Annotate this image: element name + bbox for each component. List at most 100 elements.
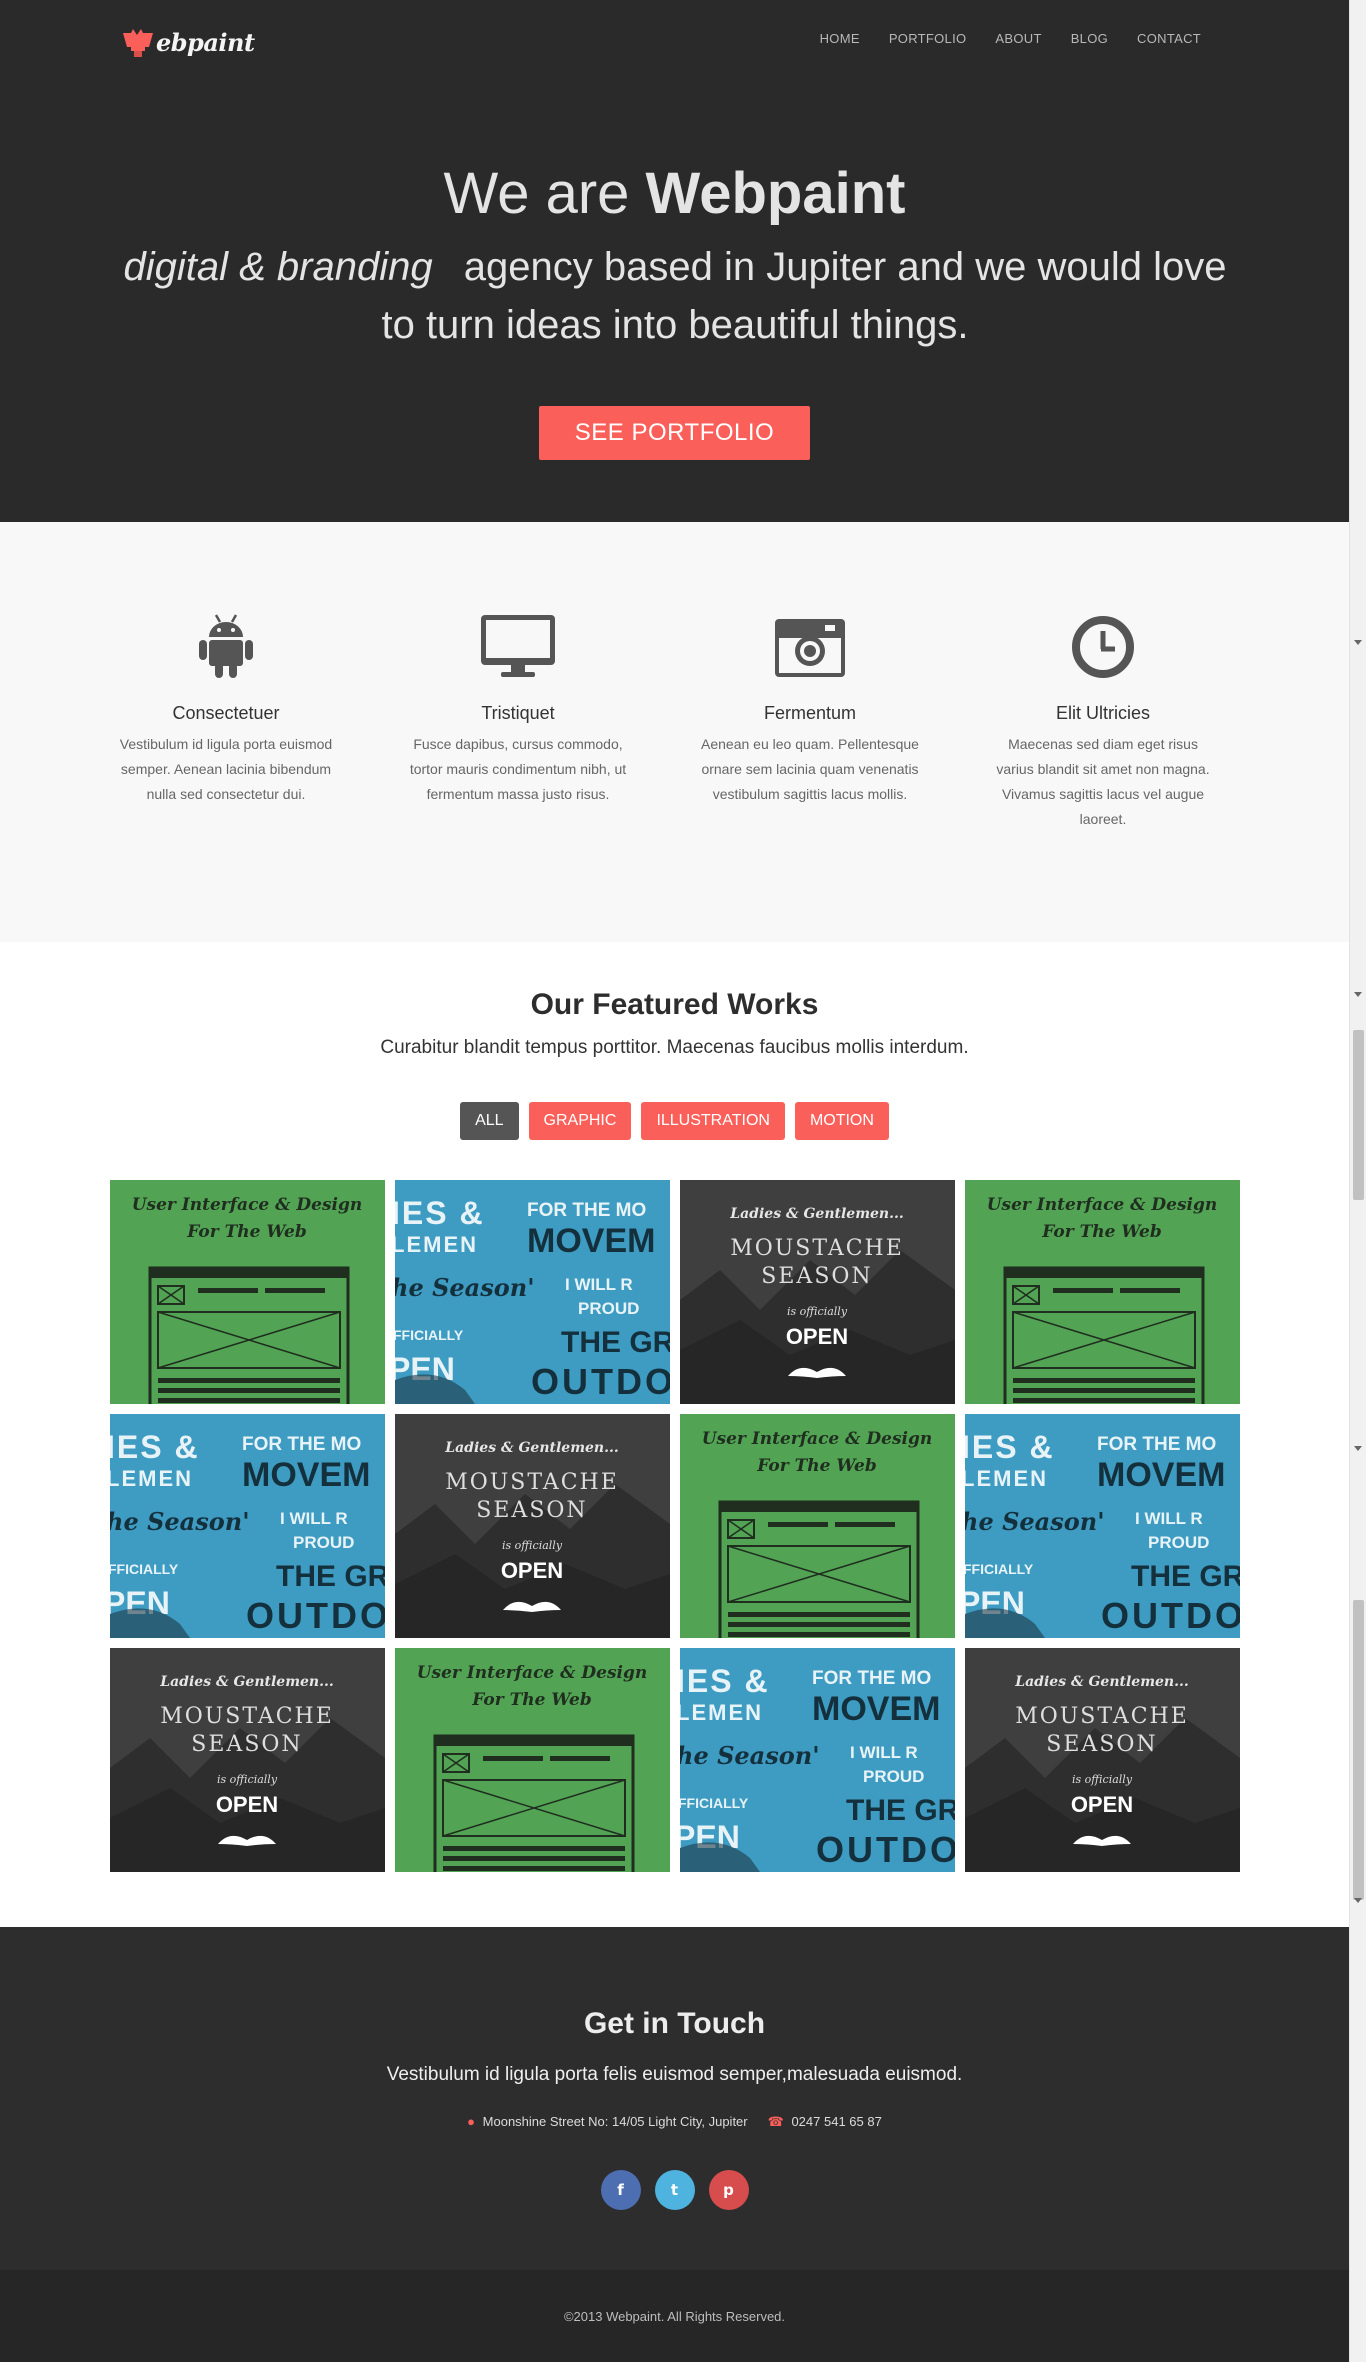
portfolio-item-moustache-poster[interactable]: Ladies & Gentlemen... MOUSTACHE SEASON is o…	[395, 1414, 670, 1638]
svg-text:MOVEM: MOVEM	[242, 1456, 370, 1494]
svg-text:IES &: IES &	[395, 1195, 485, 1231]
hero-subtitle: digital & branding agency based in Jupit…	[110, 238, 1240, 354]
svg-text:OUTDO: OUTDO	[816, 1829, 955, 1870]
svg-text:LEMEN: LEMEN	[680, 1700, 763, 1725]
svg-text:LEMEN: LEMEN	[395, 1232, 478, 1257]
section-title: Our Featured Works	[530, 988, 819, 1021]
scroll-arrow-icon[interactable]	[1354, 1446, 1362, 1451]
portfolio-grid: User Interface & Design For The Web IES & F…	[110, 1180, 1240, 1872]
portfolio-item-ui-design[interactable]: User Interface & Design For The Web	[965, 1180, 1240, 1404]
svg-text:MOUSTACHE: MOUSTACHE	[445, 1470, 619, 1495]
svg-text:he Season': he Season'	[680, 1741, 820, 1770]
social-links: f t p	[0, 2170, 1349, 2210]
logo[interactable]: ebpaint	[121, 24, 255, 60]
portfolio-item-ui-design[interactable]: User Interface & Design For The Web	[395, 1648, 670, 1872]
svg-text:THE GR: THE GR	[846, 1794, 955, 1827]
svg-text:SEASON: SEASON	[476, 1498, 587, 1523]
feature-title: Consectetuer	[172, 703, 280, 723]
svg-text:PROUD: PROUD	[293, 1533, 354, 1552]
site-header: ebpaint HOME PORTFOLIO ABOUT BLOG CONTAC…	[0, 0, 1349, 80]
portfolio-item-moustache-poster[interactable]: Ladies & Gentlemen... MOUSTACHE SEASON is o…	[110, 1648, 385, 1872]
features-section: Consectetuer Vestibulum id ligula porta …	[0, 522, 1349, 942]
svg-text:is officially: is officially	[1072, 1773, 1133, 1786]
filter-motion-button[interactable]: MOTION	[794, 1102, 889, 1140]
scroll-arrow-icon[interactable]	[1354, 1898, 1362, 1903]
svg-text:MOVEM: MOVEM	[812, 1690, 940, 1728]
svg-text:MOUSTACHE: MOUSTACHE	[730, 1236, 904, 1261]
filter-all-button[interactable]: ALL	[460, 1102, 519, 1140]
svg-text:User Interface & Design: User Interface & Design	[702, 1429, 933, 1449]
nav-home[interactable]: HOME	[820, 31, 860, 46]
logo-text: ebpaint	[156, 27, 255, 57]
map-pin-icon: ●	[467, 2114, 476, 2129]
portfolio-item-outdoor-poster[interactable]: IES & FOR THE MO LEMEN MOVEM he Season' I WIL…	[965, 1414, 1240, 1638]
portfolio-item-ui-design[interactable]: User Interface & Design For The Web	[110, 1180, 385, 1404]
portfolio-item-outdoor-poster[interactable]: IES & FOR THE MO LEMEN MOVEM he Season' I WIL…	[110, 1414, 385, 1638]
svg-text:FFICIALLY: FFICIALLY	[680, 1795, 749, 1811]
svg-text:I WILL R: I WILL R	[280, 1509, 348, 1528]
hero-title-brand: Webpaint	[645, 161, 906, 226]
camera-icon	[695, 607, 925, 679]
svg-text:OUTDO: OUTDO	[531, 1361, 670, 1402]
svg-text:FFICIALLY: FFICIALLY	[395, 1327, 464, 1343]
feature-text: Vestibulum id ligula porta euismod sempe…	[119, 736, 333, 802]
section-lead: Curabitur blandit tempus porttitor. Maec…	[380, 1037, 969, 1058]
svg-text:FOR THE MO: FOR THE MO	[242, 1434, 361, 1455]
feature-item: Consectetuer Vestibulum id ligula porta …	[111, 607, 341, 807]
portfolio-item-moustache-poster[interactable]: Ladies & Gentlemen... MOUSTACHE SEASON is o…	[680, 1180, 955, 1404]
page: ebpaint HOME PORTFOLIO ABOUT BLOG CONTAC…	[0, 0, 1349, 2362]
svg-text:MOVEM: MOVEM	[527, 1222, 655, 1260]
feature-item: Elit Ultricies Maecenas sed diam eget ri…	[988, 607, 1218, 832]
feature-item: Fermentum Aenean eu leo quam. Pellentesq…	[695, 607, 925, 807]
portfolio-item-outdoor-poster[interactable]: IES & FOR THE MO LEMEN MOVEM he Season' I WIL…	[680, 1648, 955, 1872]
filter-illustration-button[interactable]: ILLUSTRATION	[641, 1102, 785, 1140]
nav-about[interactable]: ABOUT	[995, 31, 1041, 46]
svg-text:OPEN: OPEN	[501, 1558, 563, 1583]
scroll-arrow-icon[interactable]	[1354, 640, 1362, 645]
svg-text:User Interface & Design: User Interface & Design	[132, 1195, 363, 1215]
svg-text:OUTDO: OUTDO	[1101, 1595, 1240, 1636]
hero-subtitle-rest: agency based in Jupiter and we would lov…	[381, 245, 1227, 347]
svg-text:For The Web: For The Web	[756, 1456, 877, 1476]
monitor-icon	[403, 607, 633, 679]
portfolio-item-moustache-poster[interactable]: Ladies & Gentlemen... MOUSTACHE SEASON is o…	[965, 1648, 1240, 1872]
svg-text:MOUSTACHE: MOUSTACHE	[160, 1704, 334, 1729]
svg-text:he Season': he Season'	[965, 1507, 1105, 1536]
feature-item: Tristiquet Fusce dapibus, cursus commodo…	[403, 607, 633, 807]
nav-contact[interactable]: CONTACT	[1137, 31, 1201, 46]
page-scrollbar[interactable]	[1349, 0, 1366, 2362]
facebook-icon[interactable]: f	[600, 2170, 641, 2210]
svg-text:FOR THE MO: FOR THE MO	[1097, 1434, 1216, 1455]
svg-text:THE GR: THE GR	[1131, 1560, 1240, 1593]
svg-text:IES &: IES &	[680, 1663, 770, 1699]
contact-info: ● Moonshine Street No: 14/05 Light City,…	[0, 2114, 1349, 2130]
pinterest-icon[interactable]: p	[708, 2170, 749, 2210]
hero-title-prefix: We are	[443, 161, 630, 226]
svg-text:SEASON: SEASON	[1046, 1732, 1157, 1757]
featured-works-section: Our Featured Works Curabitur blandit tem…	[0, 942, 1349, 1927]
svg-text:SEASON: SEASON	[761, 1264, 872, 1289]
svg-text:he Season': he Season'	[110, 1507, 250, 1536]
twitter-icon[interactable]: t	[654, 2170, 695, 2210]
svg-text:FFICIALLY: FFICIALLY	[110, 1561, 179, 1577]
phone-icon: ☎	[767, 2114, 784, 2129]
svg-text:THE GR: THE GR	[561, 1326, 670, 1359]
svg-text:THE GR: THE GR	[276, 1560, 385, 1593]
svg-text:For The Web: For The Web	[186, 1222, 307, 1242]
nav-portfolio[interactable]: PORTFOLIO	[889, 31, 967, 46]
svg-text:OPEN: OPEN	[1071, 1792, 1133, 1817]
portfolio-item-outdoor-poster[interactable]: IES & FOR THE MO LEMEN MOVEM he Season' I WIL…	[395, 1180, 670, 1404]
svg-text:OPEN: OPEN	[216, 1792, 278, 1817]
see-portfolio-button[interactable]: SEE PORTFOLIO	[539, 406, 810, 460]
scroll-thumb[interactable]	[1353, 1600, 1364, 1900]
svg-text:I WILL R: I WILL R	[850, 1743, 918, 1762]
svg-text:User Interface & Design: User Interface & Design	[417, 1663, 648, 1683]
portfolio-item-ui-design[interactable]: User Interface & Design For The Web	[680, 1414, 955, 1638]
filter-graphic-button[interactable]: GRAPHIC	[528, 1102, 632, 1140]
scroll-thumb[interactable]	[1353, 1030, 1364, 1200]
svg-text:I WILL R: I WILL R	[565, 1275, 633, 1294]
site-footer: ©2013 Webpaint. All Rights Reserved.	[0, 2270, 1349, 2362]
nav-blog[interactable]: BLOG	[1071, 31, 1108, 46]
scroll-arrow-icon[interactable]	[1354, 992, 1362, 997]
feature-text: Maecenas sed diam eget risus varius blan…	[996, 736, 1210, 827]
